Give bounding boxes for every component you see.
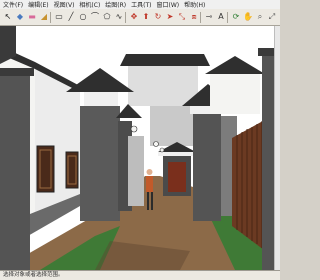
toolbar-separator	[125, 12, 126, 23]
toolbar-separator	[227, 12, 228, 23]
red-door	[168, 162, 186, 192]
eraser-icon[interactable]: ▬	[26, 11, 38, 23]
far-building	[128, 66, 198, 106]
menu-item[interactable]: 绘图(R)	[104, 0, 127, 9]
select-tool-icon[interactable]: ↖	[2, 11, 14, 23]
scene-render	[0, 26, 280, 270]
menu-item[interactable]: 窗口(W)	[156, 0, 181, 9]
rectangle-icon[interactable]: ▭	[53, 11, 65, 23]
main-toolbar: ↖ ◆ ▬ ◢ ▭ ╱ ○ ⌒ ⬠ ∿ ✥ ⬆ ↻ ➤ ⤡ ⧈ ⊸ A ⟳ ✋ ⌕ ⤢	[0, 9, 280, 26]
status-bar: 选择对象或者选择范围。	[0, 270, 280, 280]
status-text: 选择对象或者选择范围。	[3, 272, 64, 278]
circle-icon[interactable]: ○	[77, 11, 89, 23]
zoom-icon[interactable]: ⌕	[254, 11, 266, 23]
menu-item[interactable]: 工具(T)	[130, 0, 152, 9]
pan-icon[interactable]: ✋	[242, 11, 254, 23]
toolbar-separator	[50, 12, 51, 23]
text-icon[interactable]: A	[215, 11, 227, 23]
zoom-extents-icon[interactable]: ⤢	[266, 11, 278, 23]
menu-item[interactable]: 文件(F)	[2, 0, 24, 9]
far-wall	[150, 106, 195, 146]
menu-item[interactable]: 视图(V)	[53, 0, 76, 9]
polygon-icon[interactable]: ⬠	[101, 11, 113, 23]
push-pull-icon[interactable]: ⬆	[140, 11, 152, 23]
offset-icon[interactable]: ⧈	[188, 11, 200, 23]
3d-viewport[interactable]	[0, 26, 280, 270]
person-figure	[146, 176, 153, 192]
left-front-pillar	[0, 74, 30, 270]
line-icon[interactable]: ╱	[65, 11, 77, 23]
left-mid-building	[80, 106, 120, 221]
follow-me-icon[interactable]: ➤	[164, 11, 176, 23]
menu-item[interactable]: 帮助(H)	[183, 0, 206, 9]
arc-icon[interactable]: ⌒	[89, 11, 101, 23]
menu-bar: 文件(F) 编辑(E) 视图(V) 相机(C) 绘图(R) 工具(T) 窗口(W) 帮助(H)	[0, 0, 280, 9]
scale-icon[interactable]: ⤡	[176, 11, 188, 23]
vertical-scrollbar[interactable]	[274, 26, 280, 270]
right-mid-building	[193, 111, 221, 221]
freehand-icon[interactable]: ∿	[113, 11, 125, 23]
tape-measure-icon[interactable]: ⊸	[203, 11, 215, 23]
move-icon[interactable]: ✥	[128, 11, 140, 23]
menu-item[interactable]: 编辑(E)	[27, 0, 49, 9]
orbit-icon[interactable]: ⟳	[230, 11, 242, 23]
paint-bucket-icon[interactable]: ◢	[38, 11, 50, 23]
toolbar-separator	[200, 12, 201, 23]
rotate-icon[interactable]: ↻	[152, 11, 164, 23]
menu-item[interactable]: 相机(C)	[78, 0, 101, 9]
far-roof	[120, 54, 210, 66]
make-component-icon[interactable]: ◆	[14, 11, 26, 23]
